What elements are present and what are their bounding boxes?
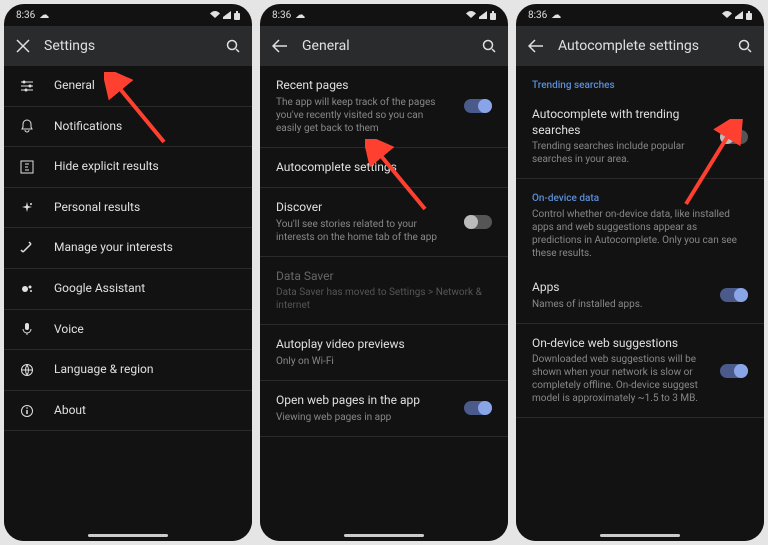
- list-label: Google Assistant: [54, 281, 145, 297]
- item-title: Autoplay video previews: [276, 337, 492, 353]
- home-indicator[interactable]: [88, 534, 168, 537]
- cloud-icon: ☁: [39, 10, 49, 21]
- item-title: Open web pages in the app: [276, 393, 446, 409]
- search-icon[interactable]: [482, 39, 496, 53]
- sliders-icon: [20, 79, 36, 93]
- general-screen: 8:36 ☁ General Recent pages The app will…: [260, 4, 508, 541]
- status-bar: 8:36 ☁: [4, 4, 252, 26]
- toggle-switch[interactable]: [464, 401, 492, 415]
- item-data-saver: Data Saver Data Saver has moved to Setti…: [260, 257, 508, 326]
- wand-icon: [20, 241, 36, 255]
- back-icon[interactable]: [272, 39, 288, 53]
- item-sub: Data Saver has moved to Settings > Netwo…: [276, 286, 492, 312]
- section-header-trending: Trending searches: [516, 66, 764, 95]
- item-title: Data Saver: [276, 269, 492, 285]
- explicit-icon: [20, 160, 36, 174]
- toggle-switch[interactable]: [720, 364, 748, 378]
- cloud-icon: ☁: [551, 10, 561, 21]
- item-title: Autocomplete with trending searches: [532, 107, 702, 138]
- status-bar: 8:36 ☁: [516, 4, 764, 26]
- page-title: General: [302, 38, 468, 54]
- item-sub: Names of installed apps.: [532, 298, 702, 311]
- item-title: Discover: [276, 200, 446, 216]
- item-sub: You'll see stories related to your inter…: [276, 218, 446, 244]
- item-sub: Only on Wi-Fi: [276, 355, 492, 368]
- header: Autocomplete settings: [516, 26, 764, 66]
- status-icons: [210, 11, 240, 20]
- item-sub: Trending searches include popular search…: [532, 140, 702, 166]
- home-indicator[interactable]: [344, 534, 424, 537]
- list-item-general[interactable]: General: [4, 66, 252, 107]
- item-title: Recent pages: [276, 78, 446, 94]
- sparkle-icon: [20, 201, 36, 215]
- item-recent-pages[interactable]: Recent pages The app will keep track of …: [260, 66, 508, 148]
- back-icon[interactable]: [528, 39, 544, 53]
- item-open-web[interactable]: Open web pages in the app Viewing web pa…: [260, 381, 508, 437]
- item-title: Apps: [532, 280, 702, 296]
- bell-icon: [20, 119, 36, 133]
- list-label: General: [54, 78, 95, 94]
- page-title: Settings: [44, 38, 212, 54]
- item-apps[interactable]: Apps Names of installed apps.: [516, 268, 764, 324]
- page-title: Autocomplete settings: [558, 38, 724, 54]
- item-web-suggestions[interactable]: On-device web suggestions Downloaded web…: [516, 324, 764, 419]
- item-discover[interactable]: Discover You'll see stories related to y…: [260, 188, 508, 257]
- item-sub: The app will keep track of the pages you…: [276, 96, 446, 135]
- item-autocomplete[interactable]: Autocomplete settings: [260, 148, 508, 189]
- item-autoplay[interactable]: Autoplay video previews Only on Wi-Fi: [260, 325, 508, 381]
- list-item-personal[interactable]: Personal results: [4, 188, 252, 229]
- list-item-explicit[interactable]: Hide explicit results: [4, 147, 252, 188]
- item-sub: Viewing web pages in app: [276, 411, 446, 424]
- list-label: About: [54, 403, 86, 419]
- autocomplete-screen: 8:36 ☁ Autocomplete settings Trending se…: [516, 4, 764, 541]
- item-trending-autocomplete[interactable]: Autocomplete with trending searches Tren…: [516, 95, 764, 179]
- item-title: Autocomplete settings: [276, 160, 492, 176]
- header: Settings: [4, 26, 252, 66]
- toggle-switch[interactable]: [720, 130, 748, 144]
- close-icon[interactable]: [16, 39, 30, 53]
- list-item-voice[interactable]: Voice: [4, 310, 252, 351]
- toggle-switch[interactable]: [464, 99, 492, 113]
- general-list: Recent pages The app will keep track of …: [260, 66, 508, 541]
- autocomplete-list: Trending searches Autocomplete with tren…: [516, 66, 764, 541]
- toggle-switch[interactable]: [720, 288, 748, 302]
- list-item-notifications[interactable]: Notifications: [4, 107, 252, 148]
- status-icons: [466, 11, 496, 20]
- search-icon[interactable]: [738, 39, 752, 53]
- info-icon: [20, 404, 36, 418]
- search-icon[interactable]: [226, 39, 240, 53]
- assistant-icon: [20, 282, 36, 296]
- item-sub: Downloaded web suggestions will be shown…: [532, 353, 702, 405]
- mic-icon: [20, 322, 36, 336]
- section-desc: Control whether on-device data, like ins…: [516, 208, 764, 268]
- item-title: On-device web suggestions: [532, 336, 702, 352]
- list-item-assistant[interactable]: Google Assistant: [4, 269, 252, 310]
- section-header-ondevice: On-device data: [516, 179, 764, 208]
- status-bar: 8:36 ☁: [260, 4, 508, 26]
- list-label: Language & region: [54, 362, 153, 378]
- list-item-about[interactable]: About: [4, 391, 252, 432]
- status-icons: [722, 11, 752, 20]
- globe-icon: [20, 363, 36, 377]
- list-label: Hide explicit results: [54, 159, 159, 175]
- list-label: Voice: [54, 322, 84, 338]
- settings-list: General Notifications Hide explicit resu…: [4, 66, 252, 541]
- cloud-icon: ☁: [295, 10, 305, 21]
- list-label: Personal results: [54, 200, 140, 216]
- settings-screen: 8:36 ☁ Settings General Notifications Hi…: [4, 4, 252, 541]
- status-time: 8:36: [528, 10, 547, 21]
- list-label: Notifications: [54, 119, 122, 135]
- list-label: Manage your interests: [54, 240, 173, 256]
- list-item-interests[interactable]: Manage your interests: [4, 228, 252, 269]
- status-time: 8:36: [16, 10, 35, 21]
- toggle-switch[interactable]: [464, 215, 492, 229]
- home-indicator[interactable]: [600, 534, 680, 537]
- list-item-language[interactable]: Language & region: [4, 350, 252, 391]
- header: General: [260, 26, 508, 66]
- status-time: 8:36: [272, 10, 291, 21]
